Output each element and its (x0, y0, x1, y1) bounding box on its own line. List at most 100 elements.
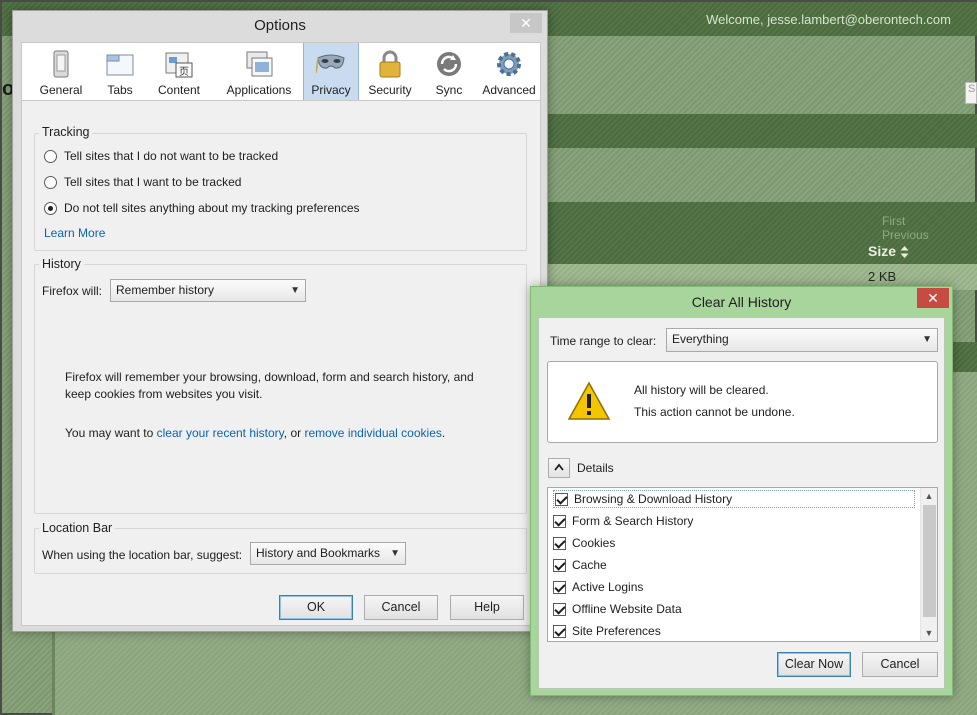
sync-icon (437, 52, 461, 76)
applications-icon (246, 51, 273, 77)
checkbox[interactable] (553, 624, 566, 638)
list-item-form-search-history[interactable]: Form & Search History (553, 512, 693, 530)
tab-general[interactable]: General (24, 43, 98, 100)
list-item-cache[interactable]: Cache (553, 556, 607, 574)
location-bar-group-title: Location Bar (39, 521, 116, 535)
details-label: Details (577, 461, 614, 475)
list-item-offline-website-data[interactable]: Offline Website Data (553, 600, 682, 618)
list-scrollbar[interactable]: ▲ ▼ (920, 488, 937, 641)
radio-button[interactable] (44, 149, 57, 163)
list-item-cookies[interactable]: Cookies (553, 534, 615, 552)
tracking-option-label: Tell sites that I do not want to be trac… (64, 149, 279, 163)
chevron-up-icon (554, 463, 564, 471)
size-column-header[interactable]: Size (868, 243, 909, 259)
tab-general-label: General (39, 83, 83, 97)
tab-sync[interactable]: Sync (421, 43, 477, 100)
tab-privacy-label: Privacy (311, 83, 351, 97)
history-group-title: History (39, 257, 84, 271)
clear-history-close-button[interactable]: ✕ (917, 288, 949, 308)
scrollbar-thumb[interactable] (923, 505, 936, 617)
list-item-site-preferences[interactable]: Site Preferences (553, 622, 661, 640)
checkbox[interactable] (553, 580, 566, 594)
svg-text:页: 页 (179, 66, 189, 78)
remove-cookies-link[interactable]: remove individual cookies (304, 426, 441, 440)
tracking-group-title: Tracking (39, 125, 93, 139)
scroll-up-arrow-icon[interactable]: ▲ (921, 488, 937, 504)
tab-content[interactable]: 页 Content (143, 43, 215, 100)
list-item-label: Offline Website Data (572, 602, 682, 616)
clear-history-body: Time range to clear: Everything ▼ All hi… (538, 317, 945, 689)
warning-box: All history will be cleared. This action… (547, 361, 938, 443)
scroll-down-arrow-icon[interactable]: ▼ (921, 625, 937, 641)
cancel-button[interactable]: Cancel (364, 595, 438, 620)
general-icon (53, 50, 69, 78)
tabs-icon (106, 54, 134, 76)
tab-applications-label: Applications (226, 83, 292, 97)
warning-line-2: This action cannot be undone. (634, 405, 795, 419)
chevron-down-icon: ▼ (290, 285, 300, 296)
ok-button[interactable]: OK (279, 595, 353, 620)
learn-more-link[interactable]: Learn More (44, 226, 105, 240)
checkbox[interactable] (553, 514, 566, 528)
sort-arrows-icon (900, 246, 909, 259)
history-hint-text: . (441, 426, 446, 440)
list-item-label: Form & Search History (572, 514, 694, 528)
tab-security-label: Security (368, 83, 412, 97)
list-item-browsing-download-history[interactable]: Browsing & Download History (553, 490, 915, 508)
options-toolbar: General Tabs 页 Content Applications Priv… (22, 43, 540, 101)
tracking-option-no-preference[interactable]: Do not tell sites anything about my trac… (44, 201, 360, 215)
list-item-label: Active Logins (572, 580, 644, 594)
details-toggle-button[interactable] (548, 458, 570, 478)
options-body: General Tabs 页 Content Applications Priv… (21, 42, 541, 626)
time-range-value: Everything (672, 332, 729, 346)
search-input-fragment[interactable]: S (965, 82, 977, 104)
tracking-option-label: Tell sites that I want to be tracked (64, 175, 242, 189)
time-range-label: Time range to clear: (550, 334, 657, 348)
pager: First Previous (882, 214, 975, 242)
history-mode-select[interactable]: Remember history ▼ (110, 279, 306, 302)
privacy-mask-icon (316, 54, 345, 74)
options-dialog: Options ✕ General Tabs 页 Content Applica… (12, 10, 548, 632)
checkbox[interactable] (553, 602, 566, 616)
list-item-label: Browsing & Download History (574, 492, 733, 506)
tab-tabs-label: Tabs (107, 83, 133, 97)
chevron-down-icon: ▼ (922, 334, 932, 345)
tab-advanced-label: Advanced (482, 83, 536, 97)
location-bar-suggest-value: History and Bookmarks (256, 546, 381, 560)
help-button[interactable]: Help (450, 595, 524, 620)
tab-tabs[interactable]: Tabs (98, 43, 142, 100)
pager-previous-link[interactable]: Previous (882, 228, 929, 242)
checkbox[interactable] (553, 536, 566, 550)
history-description: Firefox will remember your browsing, dow… (65, 370, 474, 401)
size-header-label: Size (868, 243, 897, 259)
tab-security[interactable]: Security (360, 43, 420, 100)
radio-button[interactable] (44, 175, 57, 189)
close-icon: ✕ (520, 14, 532, 31)
clear-recent-history-link[interactable]: clear your recent history (157, 426, 284, 440)
checkbox[interactable] (553, 558, 566, 572)
tab-advanced[interactable]: Advanced (478, 43, 540, 100)
tab-applications[interactable]: Applications (216, 43, 302, 100)
warning-line-1: All history will be cleared. (634, 383, 769, 397)
content-icon: 页 (165, 52, 193, 78)
tracking-option-label: Do not tell sites anything about my trac… (64, 201, 360, 215)
tracking-option-do-not-track[interactable]: Tell sites that I do not want to be trac… (44, 149, 278, 163)
clear-cancel-button[interactable]: Cancel (862, 652, 938, 677)
radio-button-selected[interactable] (44, 201, 57, 215)
list-item-active-logins[interactable]: Active Logins (553, 578, 643, 596)
warning-icon (567, 381, 611, 420)
clear-history-title: Clear All History (691, 294, 792, 310)
history-hint-text: , or (283, 426, 305, 440)
tracking-option-track[interactable]: Tell sites that I want to be tracked (44, 175, 241, 189)
checkbox[interactable] (555, 492, 568, 506)
clear-now-button[interactable]: Clear Now (777, 652, 851, 677)
pager-first-link[interactable]: First (882, 214, 905, 228)
location-bar-label: When using the location bar, suggest: (42, 548, 243, 562)
time-range-select[interactable]: Everything ▼ (666, 328, 938, 352)
tab-privacy[interactable]: Privacy (303, 43, 359, 100)
tab-sync-label: Sync (435, 83, 463, 97)
history-hint-text: You may want to (65, 426, 157, 440)
options-close-button[interactable]: ✕ (510, 13, 542, 33)
history-mode-value: Remember history (116, 283, 215, 297)
location-bar-suggest-select[interactable]: History and Bookmarks ▼ (250, 542, 406, 565)
